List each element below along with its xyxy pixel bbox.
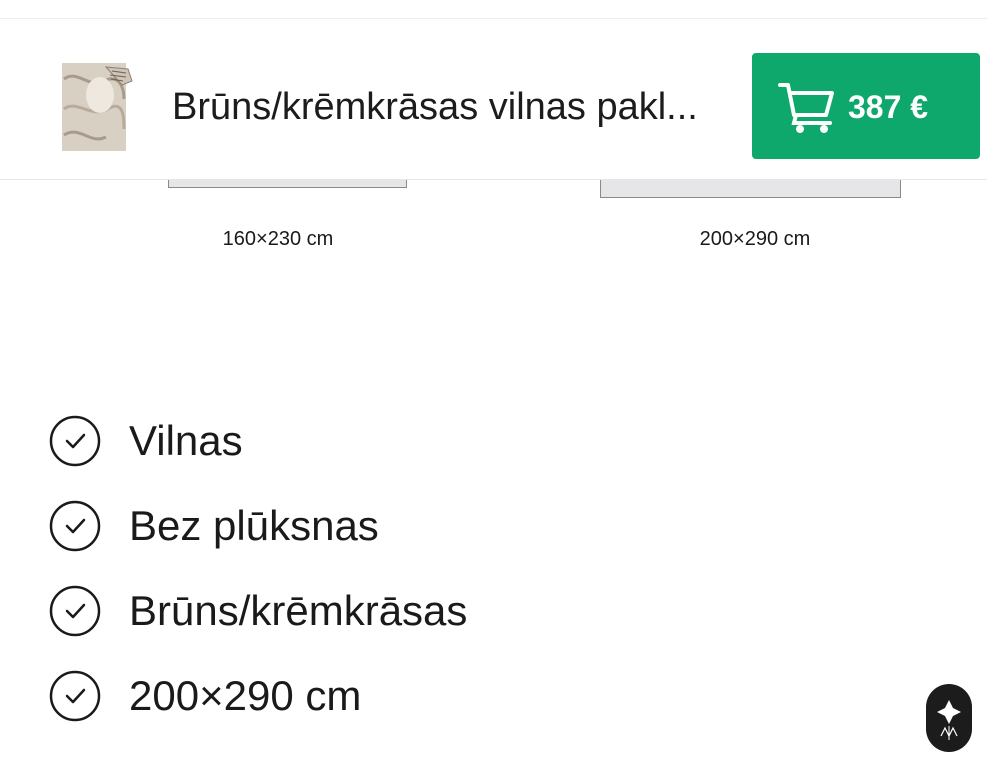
brand-logo-icon <box>937 700 961 740</box>
feature-text: Vilnas <box>129 417 243 464</box>
check-circle-icon <box>49 585 101 637</box>
check-circle-icon <box>49 415 101 467</box>
add-to-cart-button[interactable]: 387 € <box>752 53 980 159</box>
feature-text: 200×290 cm <box>129 672 362 719</box>
check-circle-icon <box>49 500 101 552</box>
product-title: Brūns/krēmkrāsas vilnas pakl... <box>172 86 698 128</box>
cart-icon <box>778 83 834 133</box>
sticky-product-header: Brūns/krēmkrāsas vilnas pakl... 387 € <box>0 19 987 180</box>
size-label: 200×290 cm <box>699 228 811 250</box>
cart-price: 387 € <box>848 89 929 125</box>
product-thumbnail[interactable] <box>58 59 136 153</box>
feature-text: Bez plūksnas <box>129 502 379 549</box>
brand-badge-button[interactable] <box>926 684 972 752</box>
size-label: 160×230 cm <box>222 228 334 250</box>
check-circle-icon <box>49 670 101 722</box>
feature-text: Brūns/krēmkrāsas <box>129 587 468 634</box>
